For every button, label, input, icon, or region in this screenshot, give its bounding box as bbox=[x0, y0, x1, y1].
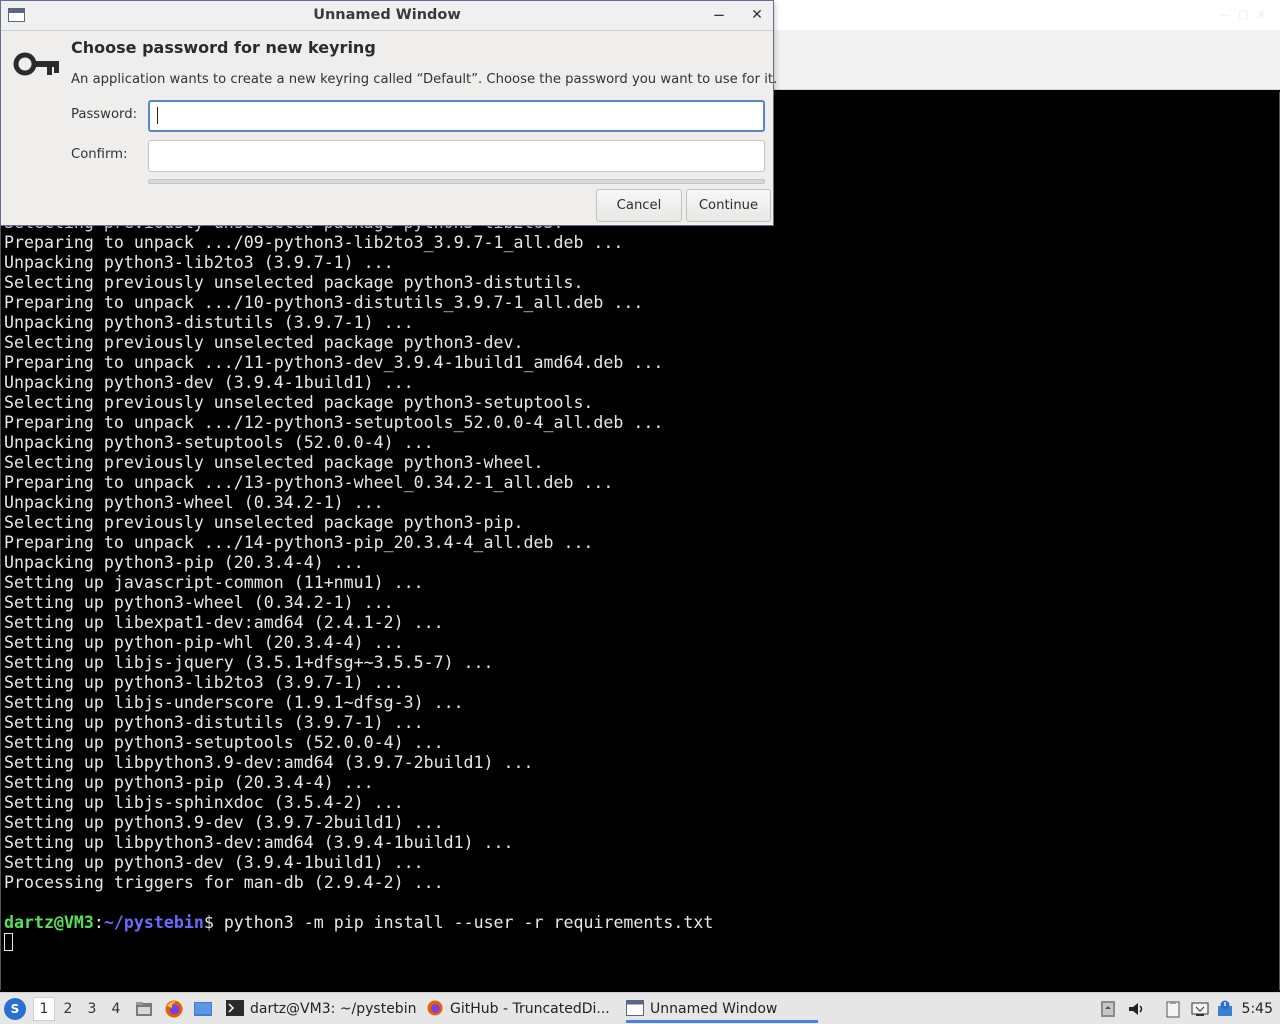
terminal-line: Setting up libjs-jquery (3.5.1+dfsg+~3.5… bbox=[4, 653, 494, 672]
terminal-line: Unpacking python3-dev (3.9.4-1build1) ..… bbox=[4, 373, 414, 392]
confirm-label: Confirm: bbox=[71, 147, 128, 162]
workspace-4[interactable]: 4 bbox=[105, 997, 127, 1021]
terminal-line: Setting up python3.9-dev (3.9.7-2build1)… bbox=[4, 813, 444, 832]
terminal-line: Preparing to unpack .../13-python3-wheel… bbox=[4, 473, 614, 492]
task-firefox[interactable]: GitHub - TruncatedDi... bbox=[426, 995, 616, 1023]
continue-button[interactable]: Continue bbox=[686, 189, 771, 222]
desktop-icon[interactable] bbox=[193, 999, 213, 1019]
terminal-window-controls[interactable]: — ▢ ✕ bbox=[1219, 8, 1266, 21]
terminal-line: Setting up python3-setuptools (52.0.0-4)… bbox=[4, 733, 444, 752]
file-manager-icon[interactable] bbox=[134, 999, 154, 1019]
terminal-line: Selecting previously unselected package … bbox=[4, 273, 584, 292]
firefox-icon[interactable] bbox=[164, 999, 184, 1019]
terminal-line: Setting up python3-pip (20.3.4-4) ... bbox=[4, 773, 374, 792]
task-label: dartz@VM3: ~/pystebin bbox=[250, 1001, 416, 1017]
terminal-line: Setting up python3-wheel (0.34.2-1) ... bbox=[4, 593, 394, 612]
minimize-icon[interactable]: — bbox=[1219, 8, 1230, 21]
password-input[interactable] bbox=[148, 100, 765, 132]
terminal-line: Selecting previously unselected package … bbox=[4, 453, 544, 472]
keyring-password-dialog[interactable]: Unnamed Window − ✕ Choose password for n… bbox=[0, 0, 778, 226]
terminal-line: Unpacking python3-wheel (0.34.2-1) ... bbox=[4, 493, 384, 512]
terminal-line: Setting up python3-distutils (3.9.7-1) .… bbox=[4, 713, 424, 732]
terminal-line: Selecting previously unselected package … bbox=[4, 333, 524, 352]
dialog-titlebar[interactable]: Unnamed Window − ✕ bbox=[1, 1, 773, 31]
terminal-line: Unpacking python3-distutils (3.9.7-1) ..… bbox=[4, 313, 414, 332]
task-unnamed-window[interactable]: Unnamed Window bbox=[626, 995, 818, 1023]
dialog-message: An application wants to create a new key… bbox=[71, 72, 778, 87]
terminal-line: Setting up libpython3.9-dev:amd64 (3.9.7… bbox=[4, 753, 534, 772]
password-strength-bar bbox=[148, 179, 765, 184]
terminal-line: Preparing to unpack .../09-python3-lib2t… bbox=[4, 233, 624, 252]
terminal-line: Selecting previously unselected package … bbox=[4, 513, 524, 532]
cancel-button[interactable]: Cancel bbox=[596, 189, 682, 222]
terminal-line: Unpacking python3-lib2to3 (3.9.7-1) ... bbox=[4, 253, 394, 272]
taskbar: S 1 2 3 4 dartz@VM3: ~/pystebin GitHub -… bbox=[0, 992, 1280, 1024]
task-label: GitHub - TruncatedDi... bbox=[450, 1001, 610, 1017]
task-terminal[interactable]: dartz@VM3: ~/pystebin bbox=[226, 995, 416, 1023]
terminal-lines: Selecting previously unselected package … bbox=[4, 213, 663, 893]
shell-prompt-line: dartz@VM3:~/pystebin$ python3 -m pip ins… bbox=[4, 913, 713, 933]
task-label: Unnamed Window bbox=[650, 1001, 778, 1017]
terminal-line: Unpacking python3-pip (20.3.4-4) ... bbox=[4, 553, 364, 572]
prompt-user-host: dartz@VM3 bbox=[4, 913, 94, 932]
terminal-line: Preparing to unpack .../12-python3-setup… bbox=[4, 413, 664, 432]
confirm-password-input[interactable] bbox=[148, 140, 765, 172]
start-menu-icon[interactable]: S bbox=[4, 998, 26, 1020]
terminal-icon bbox=[226, 999, 244, 1016]
maximize-icon[interactable]: ▢ bbox=[1238, 8, 1248, 21]
text-cursor bbox=[157, 107, 158, 124]
minimize-icon[interactable]: − bbox=[709, 5, 729, 25]
terminal-line: Processing triggers for man-db (2.9.4-2)… bbox=[4, 873, 444, 892]
terminal-line: Preparing to unpack .../14-python3-pip_2… bbox=[4, 533, 594, 552]
window-icon bbox=[626, 999, 644, 1016]
terminal-line: Setting up libexpat1-dev:amd64 (2.4.1-2)… bbox=[4, 613, 444, 632]
desktop: — ▢ ✕ Selecting previously unselected pa… bbox=[0, 0, 1280, 1024]
close-icon[interactable]: ✕ bbox=[1257, 8, 1266, 21]
clipboard-icon[interactable] bbox=[1164, 1000, 1182, 1018]
terminal-line: Preparing to unpack .../11-python3-dev_3… bbox=[4, 353, 664, 372]
terminal-line: Setting up libpython3-dev:amd64 (3.9.4-1… bbox=[4, 833, 514, 852]
terminal-cursor bbox=[4, 933, 13, 951]
terminal-line: Setting up python3-dev (3.9.4-1build1) .… bbox=[4, 853, 424, 872]
workspace-3[interactable]: 3 bbox=[81, 997, 103, 1021]
network-icon[interactable] bbox=[1191, 1000, 1209, 1018]
password-label: Password: bbox=[71, 107, 138, 122]
prompt-path: ~/pystebin bbox=[103, 913, 204, 932]
terminal-line: Setting up javascript-common (11+nmu1) .… bbox=[4, 573, 424, 592]
dialog-window-title: Unnamed Window bbox=[313, 7, 461, 23]
terminal-line: Selecting previously unselected package … bbox=[4, 393, 594, 412]
prompt-separator: : bbox=[93, 913, 104, 932]
notes-icon[interactable] bbox=[1099, 1000, 1117, 1018]
workspace-1[interactable]: 1 bbox=[33, 997, 55, 1021]
terminal-line: Setting up libjs-sphinxdoc (3.5.4-2) ... bbox=[4, 793, 404, 812]
terminal-line: Setting up libjs-underscore (1.9.1~dfsg-… bbox=[4, 693, 464, 712]
firefox-icon bbox=[427, 1000, 443, 1015]
prompt-symbol: $ bbox=[203, 913, 214, 932]
workspace-2[interactable]: 2 bbox=[57, 997, 79, 1021]
terminal-line: Unpacking python3-setuptools (52.0.0-4) … bbox=[4, 433, 434, 452]
key-icon bbox=[13, 52, 59, 76]
close-icon[interactable]: ✕ bbox=[747, 5, 767, 25]
volume-icon[interactable] bbox=[1127, 1000, 1145, 1018]
terminal-line: Setting up python3-lib2to3 (3.9.7-1) ... bbox=[4, 673, 404, 692]
update-notifier-icon[interactable] bbox=[1216, 1000, 1234, 1018]
terminal-line: Setting up python-pip-whl (20.3.4-4) ... bbox=[4, 633, 404, 652]
terminal-line: Preparing to unpack .../10-python3-distu… bbox=[4, 293, 644, 312]
terminal-output[interactable]: Selecting previously unselected package … bbox=[0, 92, 1280, 990]
dialog-heading: Choose password for new keyring bbox=[71, 38, 376, 57]
clock[interactable]: 5:45 bbox=[1242, 993, 1273, 1024]
prompt-command: python3 -m pip install --user -r require… bbox=[213, 913, 714, 932]
